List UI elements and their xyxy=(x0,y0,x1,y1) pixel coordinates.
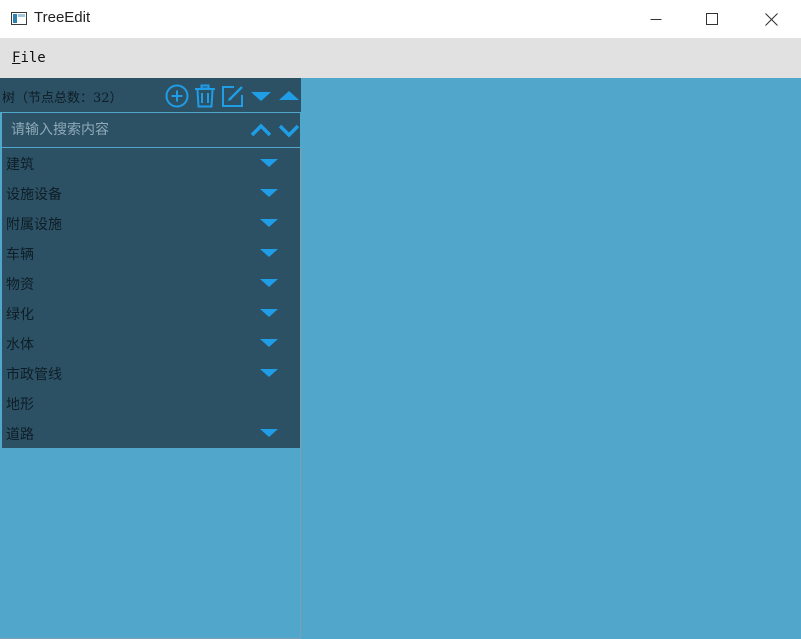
tree-item-label: 车辆 xyxy=(6,247,34,263)
search-next-icon[interactable] xyxy=(277,120,301,140)
close-button[interactable] xyxy=(748,0,794,38)
expand-arrow-icon[interactable] xyxy=(259,278,279,288)
tree-item-label: 市政管线 xyxy=(6,367,62,383)
tree-item[interactable]: 水体 xyxy=(2,328,300,358)
minimize-icon xyxy=(650,19,662,20)
tree-item-label: 设施设备 xyxy=(6,187,62,203)
tree-item[interactable]: 市政管线 xyxy=(2,358,300,388)
tree-item[interactable]: 道路 xyxy=(2,418,300,448)
search-prev-icon[interactable] xyxy=(249,120,273,140)
expand-arrow-icon[interactable] xyxy=(259,368,279,378)
tree-item-label: 水体 xyxy=(6,337,34,353)
main-view-area[interactable] xyxy=(302,78,801,639)
app-window-icon xyxy=(11,12,27,25)
tree-item-label: 绿化 xyxy=(6,307,34,323)
maximize-icon xyxy=(706,13,718,25)
tree-item[interactable]: 车辆 xyxy=(2,238,300,268)
minimize-button[interactable] xyxy=(633,0,679,38)
expand-up-icon[interactable] xyxy=(277,84,301,108)
tree-item[interactable]: 建筑 xyxy=(2,148,300,178)
expand-arrow-icon[interactable] xyxy=(259,338,279,348)
search-bar xyxy=(1,112,301,148)
close-icon xyxy=(764,12,778,26)
expand-arrow-icon[interactable] xyxy=(259,158,279,168)
tree-item-label: 物资 xyxy=(6,277,34,293)
tree-item-label: 道路 xyxy=(6,427,34,443)
maximize-button[interactable] xyxy=(689,0,735,38)
tree-item[interactable]: 附属设施 xyxy=(2,208,300,238)
window-title: TreeEdit xyxy=(34,9,91,26)
collapse-down-icon[interactable] xyxy=(249,84,273,108)
tree-item[interactable]: 物资 xyxy=(2,268,300,298)
trash-icon[interactable] xyxy=(193,84,217,108)
menubar: File xyxy=(0,38,801,78)
expand-arrow-icon[interactable] xyxy=(259,188,279,198)
add-circle-icon[interactable] xyxy=(165,84,189,108)
tree-item[interactable]: 地形 xyxy=(2,388,300,418)
expand-arrow-icon[interactable] xyxy=(259,248,279,258)
tree-item-label: 建筑 xyxy=(6,157,34,173)
tree-header: 树（节点总数：32） xyxy=(0,78,301,112)
tree-item-label: 地形 xyxy=(6,397,34,413)
tree-item-label: 附属设施 xyxy=(6,217,62,233)
search-input[interactable] xyxy=(11,120,241,140)
tree-list: 建筑 设施设备 附属设施 车辆 物资 绿化 水体 市政管线 地形 道路 xyxy=(2,148,300,448)
expand-arrow-icon[interactable] xyxy=(259,428,279,438)
tree-panel: 树（节点总数：32） 请输入搜索内容 建筑 设施设备 附属设施 车辆 物资 绿化… xyxy=(0,78,301,639)
expand-arrow-icon[interactable] xyxy=(259,308,279,318)
workspace: 树（节点总数：32） 请输入搜索内容 建筑 设施设备 附属设施 车辆 物资 绿化… xyxy=(0,78,801,639)
expand-arrow-icon[interactable] xyxy=(259,218,279,228)
tree-item[interactable]: 绿化 xyxy=(2,298,300,328)
edit-icon[interactable] xyxy=(221,84,245,108)
tree-title: 树（节点总数：32） xyxy=(2,91,123,106)
tree-item[interactable]: 设施设备 xyxy=(2,178,300,208)
window-titlebar: TreeEdit xyxy=(0,0,801,38)
menu-file[interactable]: File xyxy=(12,50,46,66)
menu-file-rest: ile xyxy=(20,50,46,66)
